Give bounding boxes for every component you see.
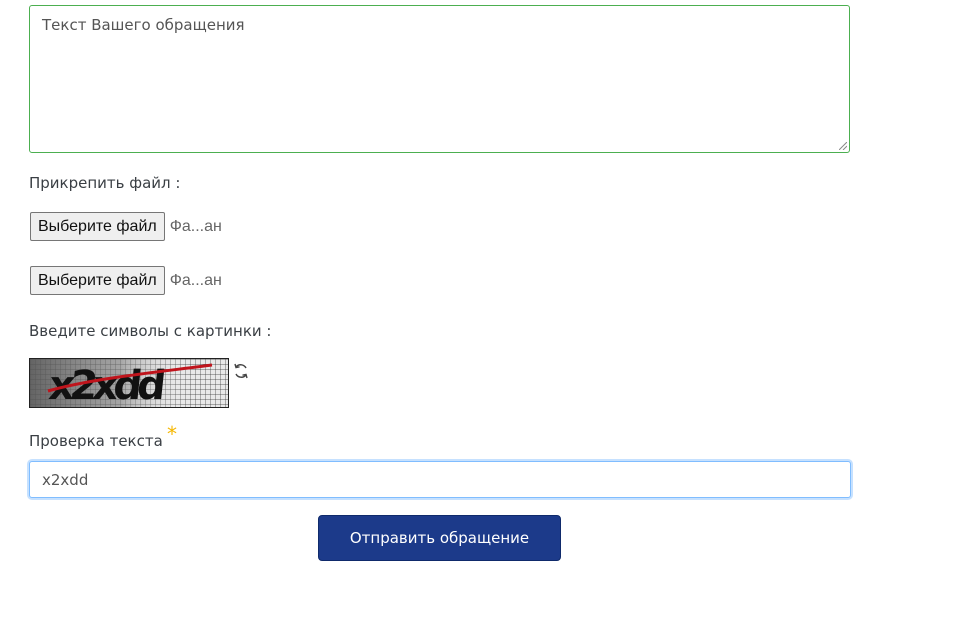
choose-file-button-1[interactable]: Выберите файл — [30, 212, 165, 241]
message-textarea[interactable] — [30, 6, 849, 152]
message-textarea-wrapper — [29, 5, 850, 153]
feedback-form: Прикрепить файл : Выберите файл Фа...ан … — [0, 0, 956, 626]
attach-file-label: Прикрепить файл : — [29, 174, 181, 192]
captcha-input[interactable] — [29, 461, 851, 498]
required-marker: * — [167, 422, 177, 446]
resize-grip-icon[interactable] — [839, 142, 847, 150]
captcha-image: x2xdd — [29, 358, 229, 408]
refresh-icon[interactable] — [232, 362, 250, 380]
file-status-2: Фа...ан — [169, 271, 222, 289]
file-status-1: Фа...ан — [169, 217, 222, 235]
captcha-graphic: x2xdd — [30, 359, 228, 407]
submit-button[interactable]: Отправить обращение — [318, 515, 561, 561]
choose-file-button-2[interactable]: Выберите файл — [30, 266, 165, 295]
file-input-2[interactable]: Выберите файл Фа...ан — [30, 266, 222, 295]
captcha-label: Введите символы с картинки : — [29, 322, 272, 340]
check-text-label: Проверка текста — [29, 432, 163, 450]
file-input-1[interactable]: Выберите файл Фа...ан — [30, 212, 222, 241]
